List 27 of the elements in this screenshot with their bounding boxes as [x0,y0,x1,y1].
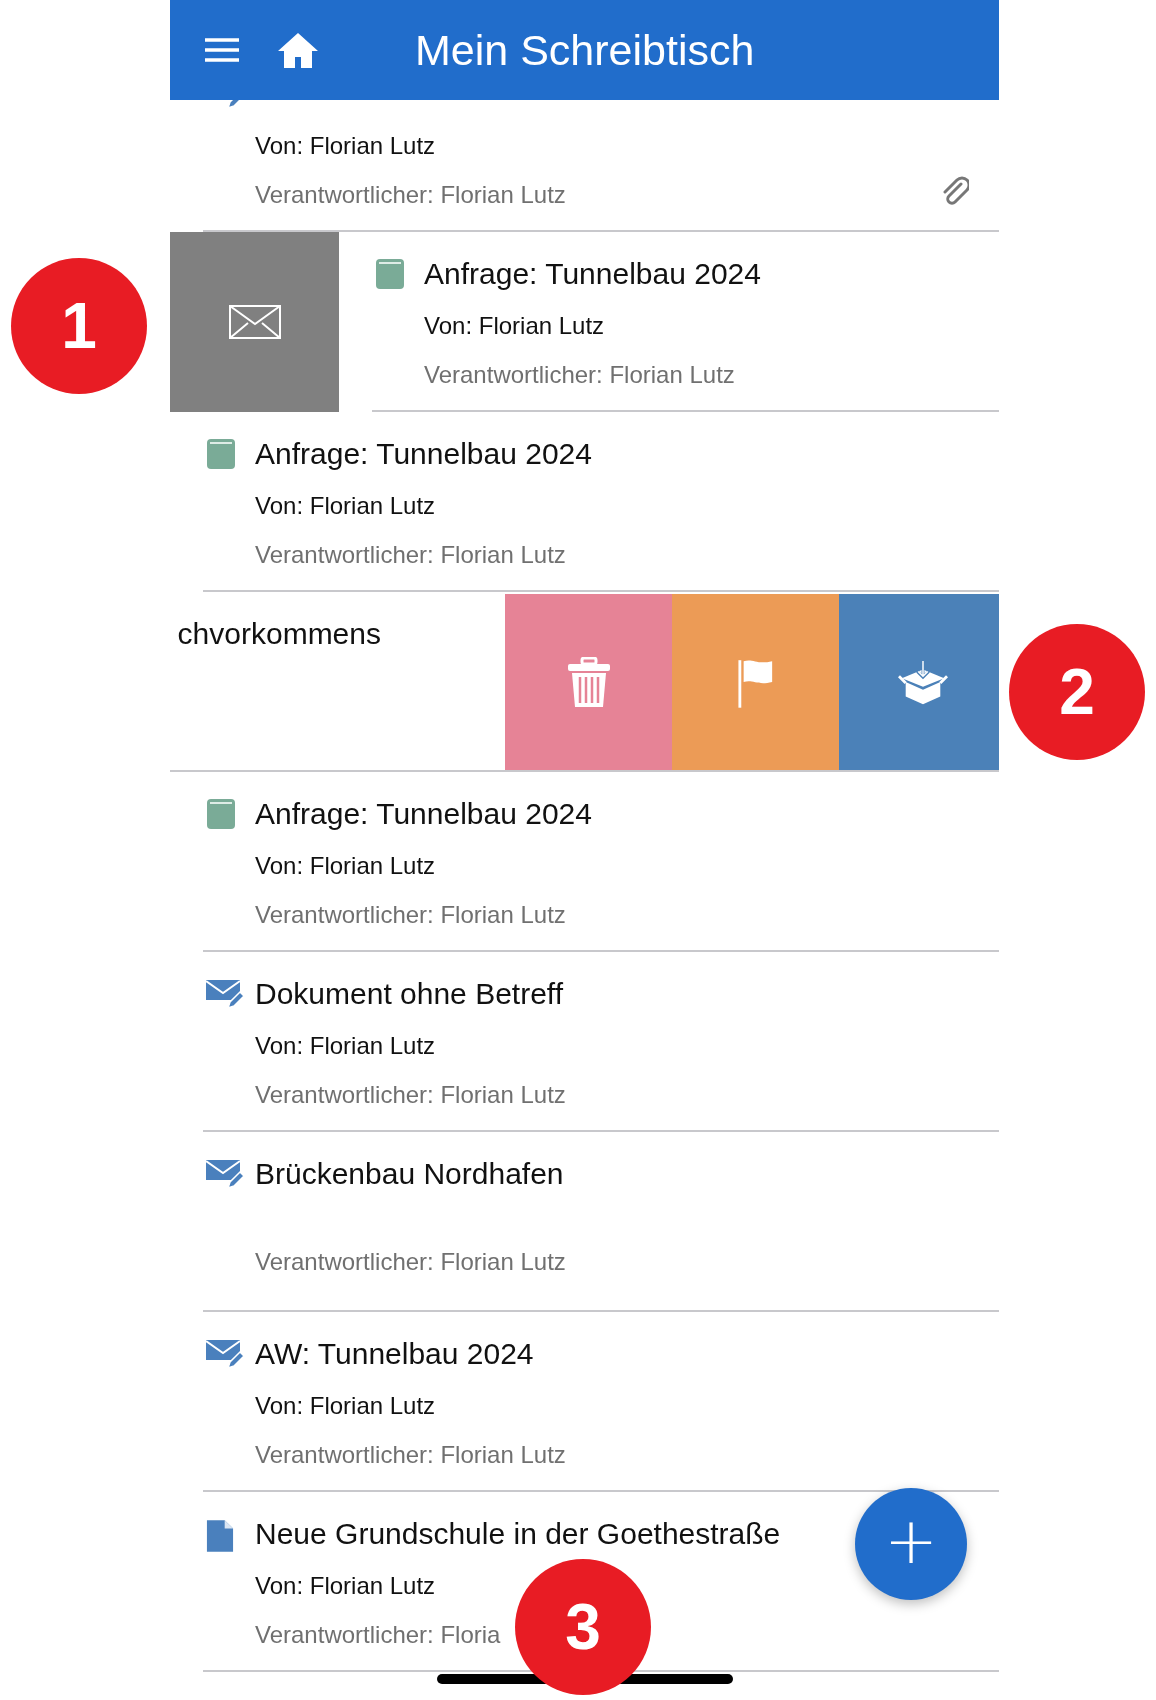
owner-text: Verantwortlicher: Florian Lutz [255,1440,566,1470]
page-title: Mein Schreibtisch [415,25,755,75]
sender-text: Von: Florian Lutz [255,1031,436,1061]
sender-text: Von: Florian Lutz [424,311,605,341]
item-title: Anfrage: Tunnelbau 2024 [255,796,592,832]
item-title: Dokument ohne Betreff [255,976,563,1012]
sender-text: Von: Florian Lutz [255,491,436,521]
item-title: AW: Tunnelbau 2024 [255,1336,534,1372]
number-badge: 2 [1009,624,1145,760]
owner-text: Verantwortlicher: Florian Lutz [255,180,566,210]
owner-text: Verantwortlicher: Floria [255,1620,501,1650]
owner-text: Verantwortlicher: Florian Lutz [255,540,566,570]
sender-text: Von: Florian Lutz [255,131,436,161]
item-title: Anfrage: Tunnelbau 2024 [255,436,592,472]
item-title: Brückenbau Nordhafen [255,1156,564,1192]
owner-text: Verantwortlicher: Florian Lutz [255,1247,566,1277]
owner-text: Verantwortlicher: Florian Lutz [255,900,566,930]
owner-text: Verantwortlicher: Florian Lutz [424,360,735,390]
item-title: Neue Grundschule in der Goethestraße [255,1516,781,1552]
number-badge: 3 [515,1559,651,1695]
sender-text: Von: Florian Lutz [255,1571,436,1601]
number-badge: 1 [11,258,147,394]
item-title: Anfrage: Tunnelbau 2024 [424,256,761,292]
sender-text: Von: Florian Lutz [255,1391,436,1421]
owner-text: Verantwortlicher: Florian Lutz [255,1080,566,1110]
sender-text: Von: Florian Lutz [255,851,436,881]
item-title: chvorkommens [177,616,381,652]
